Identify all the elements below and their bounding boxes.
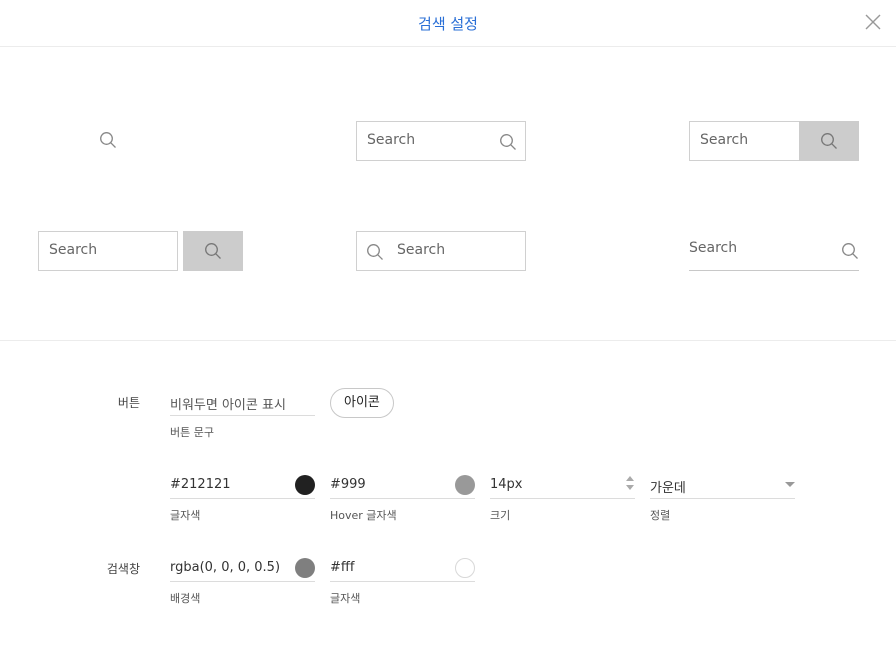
text-color-value: #212121 <box>170 477 231 492</box>
search-placeholder: Search <box>397 242 446 258</box>
hover-color-caption: Hover 글자색 <box>330 509 397 522</box>
search-icon <box>367 244 383 260</box>
button-text-field[interactable]: 비워두면 아이콘 표시 <box>170 388 315 416</box>
settings-panel: 버튼 비워두면 아이콘 표시 버튼 문구 아이콘 #212121 글자색 #99… <box>0 342 896 655</box>
icon-toggle-button[interactable]: 아이콘 <box>330 388 394 418</box>
search-icon <box>100 132 116 148</box>
search-style-box-icon-left[interactable]: Search <box>356 231 526 271</box>
search-placeholder: Search <box>367 132 416 148</box>
searchbox-bg-color-value: rgba(0, 0, 0, 0.5) <box>170 560 281 575</box>
search-style-box-separate-button[interactable]: Search <box>38 231 178 271</box>
searchbox-text-color-field[interactable]: #fff <box>330 554 475 582</box>
text-color-caption: 글자색 <box>170 509 201 522</box>
align-value: 가운데 <box>650 481 686 496</box>
chevron-down-icon <box>785 482 795 487</box>
search-icon <box>205 243 221 259</box>
searchbox-bg-color-swatch[interactable] <box>295 558 315 578</box>
search-button[interactable] <box>183 231 243 271</box>
align-select[interactable]: 가운데 <box>650 471 795 499</box>
search-style-box-icon-right[interactable]: Search <box>356 121 526 161</box>
search-icon <box>821 133 837 149</box>
text-color-swatch[interactable] <box>295 475 315 495</box>
hover-color-field[interactable]: #999 <box>330 471 475 499</box>
button-text-caption: 버튼 문구 <box>170 426 214 439</box>
search-style-preview: Search Search Search Search Search <box>0 48 896 341</box>
search-style-underline[interactable]: Search <box>689 231 859 271</box>
searchbox-text-color-value: #fff <box>330 560 355 575</box>
font-size-value: 14px <box>490 477 523 492</box>
search-icon <box>500 134 516 150</box>
close-icon[interactable] <box>864 13 882 31</box>
searchbox-bg-color-field[interactable]: rgba(0, 0, 0, 0.5) <box>170 554 315 582</box>
font-size-field[interactable]: 14px <box>490 471 635 499</box>
search-placeholder: Search <box>49 242 98 258</box>
search-icon <box>842 243 858 259</box>
button-text-value: 비워두면 아이콘 표시 <box>170 398 286 413</box>
align-caption: 정렬 <box>650 509 671 522</box>
searchbox-text-color-caption: 글자색 <box>330 592 361 605</box>
searchbox-text-color-swatch[interactable] <box>455 558 475 578</box>
button-section-label: 버튼 <box>117 396 140 410</box>
hover-color-swatch[interactable] <box>455 475 475 495</box>
search-button[interactable] <box>799 121 859 161</box>
hover-color-value: #999 <box>330 477 366 492</box>
search-style-box-attached-button[interactable]: Search <box>689 121 859 161</box>
search-style-icon-only[interactable] <box>96 128 120 152</box>
search-placeholder: Search <box>700 132 749 148</box>
text-color-field[interactable]: #212121 <box>170 471 315 499</box>
stepper-arrows-icon[interactable] <box>625 474 635 492</box>
searchbox-section-label: 검색창 <box>106 562 140 576</box>
dialog-title: 검색 설정 <box>418 15 478 33</box>
searchbox-bg-color-caption: 배경색 <box>170 592 201 605</box>
search-placeholder: Search <box>689 240 738 256</box>
font-size-caption: 크기 <box>490 509 511 522</box>
dialog-header: 검색 설정 <box>0 0 896 47</box>
